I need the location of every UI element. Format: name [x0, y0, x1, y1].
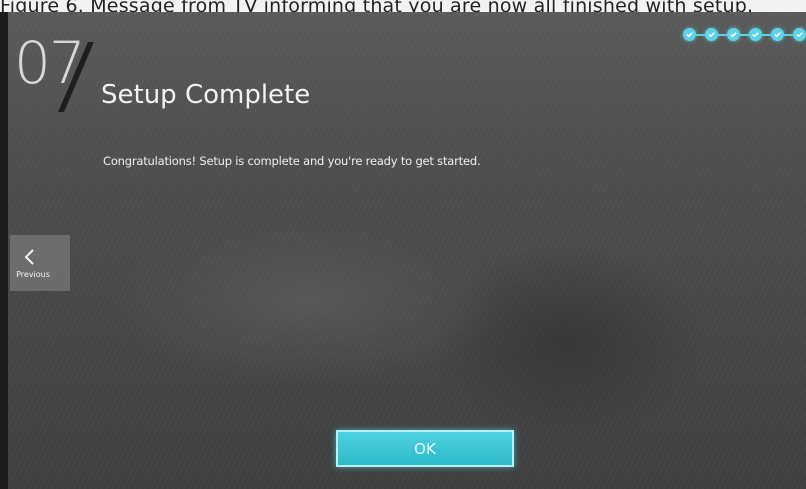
progress-step-1-check-icon: [683, 28, 696, 41]
step-slash-decoration: [58, 42, 94, 112]
ok-button[interactable]: OK: [336, 430, 514, 467]
progress-connector: [718, 33, 727, 36]
progress-connector: [740, 33, 749, 36]
previous-label: Previous: [16, 269, 50, 279]
progress-step-2-check-icon: [705, 28, 718, 41]
progress-step-3-check-icon: [727, 28, 740, 41]
tv-screen: 07 Setup Complete Congratulations! Setup…: [8, 12, 806, 489]
previous-button[interactable]: Previous: [10, 235, 70, 291]
progress-connector: [696, 33, 705, 36]
progress-step-6-check-icon: [793, 28, 806, 41]
completion-message: Congratulations! Setup is complete and y…: [103, 154, 481, 168]
chevron-left-icon: [24, 248, 34, 265]
tv-bezel: [0, 12, 8, 489]
page-title: Setup Complete: [101, 80, 311, 110]
progress-step-5-check-icon: [771, 28, 784, 41]
progress-connector: [762, 33, 771, 36]
progress-step-4-check-icon: [749, 28, 762, 41]
progress-connector: [784, 33, 793, 36]
setup-progress-indicator: [683, 28, 806, 41]
